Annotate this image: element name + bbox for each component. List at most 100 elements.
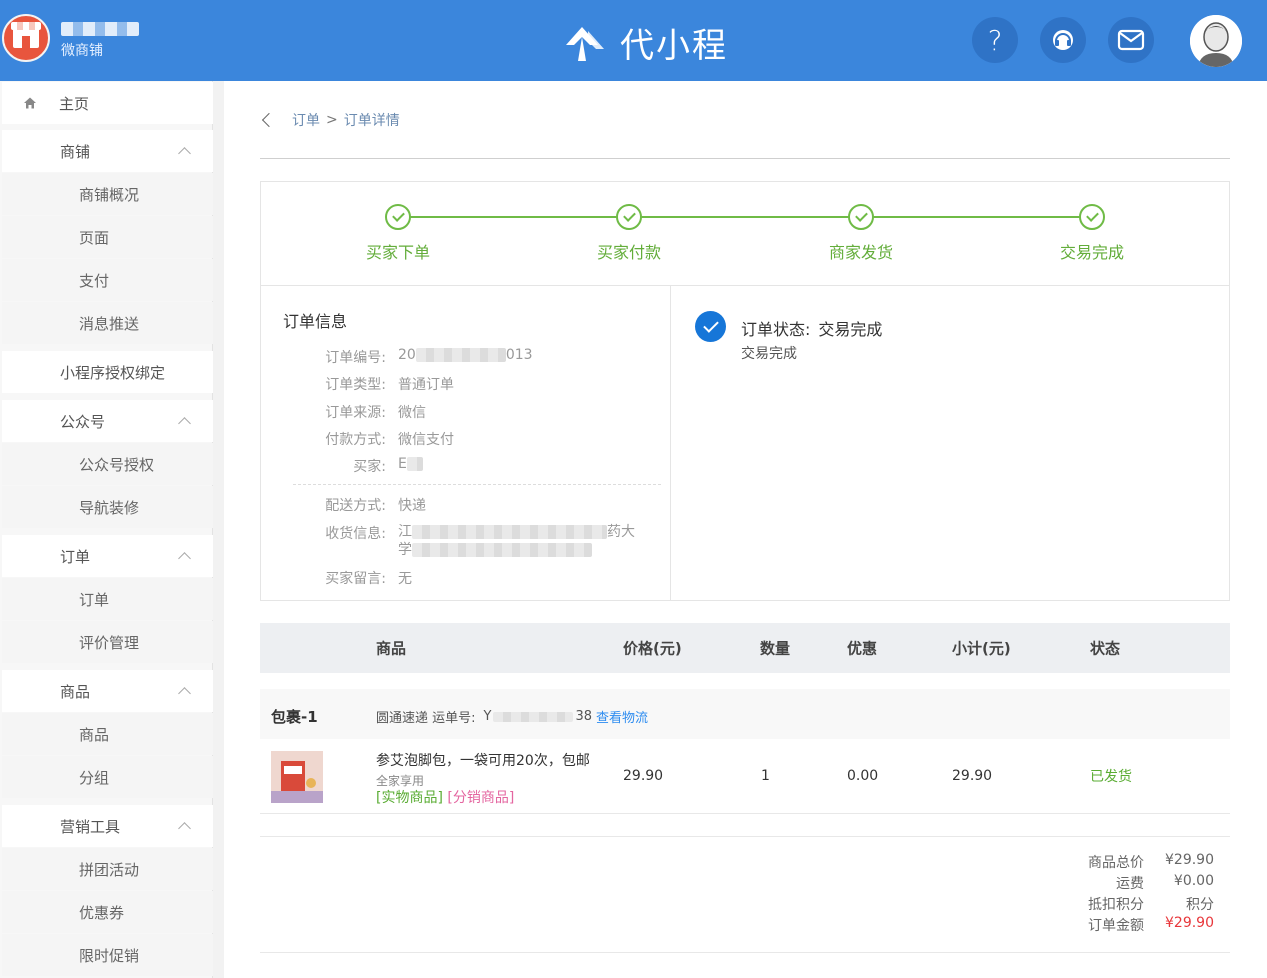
home-icon: [24, 97, 36, 109]
sidebar-item-pages[interactable]: 页面: [2, 216, 213, 258]
sidebar-item-coupons[interactable]: 优惠券: [2, 891, 213, 933]
order-progress-steps: 买家下单 买家付款 商家发货 交易完成: [260, 181, 1230, 286]
order-amount-row: 订单金额 ¥29.90: [970, 915, 1230, 936]
goods-total-value: ¥29.90: [1165, 852, 1214, 868]
tag-distribution: [分销商品]: [447, 790, 515, 806]
sidebar-item-label: 小程序授权绑定: [60, 363, 166, 382]
sidebar-item-reviews[interactable]: 评价管理: [2, 621, 213, 663]
help-button[interactable]: ?: [972, 17, 1018, 63]
dashed-divider: [293, 484, 661, 485]
order-status-value: 交易完成: [818, 320, 883, 339]
status-check-icon: [695, 311, 726, 342]
product-price: 29.90: [623, 768, 664, 784]
breadcrumb-parent-link[interactable]: 订单: [292, 110, 320, 130]
sidebar-item-home[interactable]: 主页: [2, 82, 213, 124]
mail-icon: [1117, 29, 1145, 51]
order-status-sub: 交易完成: [741, 346, 797, 362]
sidebar-item-products[interactable]: 商品: [2, 713, 213, 755]
shop-logo-icon[interactable]: [2, 14, 50, 62]
sidebar-group-label: 营销工具: [60, 817, 121, 836]
sidebar: 主页 商铺 商铺概况 页面 支付 消息推送 小程序授权绑定 公众号 公众号授权 …: [0, 81, 213, 978]
order-status-panel: 订单状态: 交易完成 交易完成: [671, 286, 1229, 601]
sidebar-group-marketing[interactable]: 营销工具: [2, 805, 213, 847]
buyer-row: 买家: E: [261, 456, 423, 476]
product-tags: [实物商品] [分销商品]: [376, 787, 514, 807]
check-circle-icon: [616, 204, 642, 230]
product-row: 参艾泡脚包，一袋可用20次，包邮 全家享用 [实物商品] [分销商品] 29.9…: [260, 739, 1230, 814]
breadcrumb: 订单 > 订单详情: [260, 110, 400, 130]
brand-name: 代小程: [620, 26, 728, 66]
sidebar-item-shop-overview[interactable]: 商铺概况: [2, 173, 213, 215]
buyer-value: E: [398, 456, 423, 476]
tracking-suffix: 38: [575, 709, 593, 724]
sidebar-item-orders[interactable]: 订单: [2, 578, 213, 620]
package-info: 圆通速递 运单号: Y 38 查看物流: [376, 707, 648, 726]
sidebar-item-nav-decor[interactable]: 导航装修: [2, 486, 213, 528]
product-subtotal: 29.90: [952, 768, 993, 784]
sidebar-item-message-push[interactable]: 消息推送: [2, 302, 213, 344]
sidebar-group-official-account[interactable]: 公众号: [2, 400, 213, 442]
check-circle-icon: [1079, 204, 1105, 230]
sidebar-item-flash-sale[interactable]: 限时促销: [2, 934, 213, 976]
sidebar-item-label: 评价管理: [79, 633, 140, 652]
product-table-header: 商品 价格(元) 数量 优惠 小计(元) 状态: [260, 623, 1230, 673]
user-avatar[interactable]: [1190, 15, 1242, 67]
order-info-left: 订单信息 订单编号: 20 013 订单类型: 普通订单 订单来源: 微信 付款方…: [261, 286, 671, 601]
sidebar-item-label: 主页: [59, 94, 90, 113]
back-chevron-icon[interactable]: [261, 112, 277, 128]
sidebar-item-label: 限时促销: [79, 946, 140, 965]
sidebar-item-label: 导航装修: [79, 498, 140, 517]
sidebar-item-label: 商品: [79, 725, 110, 744]
points-value: 积分: [1186, 897, 1214, 913]
order-status-label: 订单状态:: [741, 320, 811, 339]
order-type-value: 普通订单: [398, 377, 454, 393]
carrier-label: 圆通速递 运单号:: [376, 711, 476, 726]
step-complete: 交易完成: [1022, 204, 1162, 263]
buyer-message-label: 买家留言:: [325, 571, 386, 587]
tracking-prefix: Y: [483, 709, 492, 724]
order-amount-label: 订单金额: [1088, 918, 1144, 934]
sidebar-item-group-buy[interactable]: 拼团活动: [2, 848, 213, 890]
sidebar-item-label: 分组: [79, 768, 110, 787]
sidebar-group-products[interactable]: 商品: [2, 670, 213, 712]
col-price: 价格(元): [623, 639, 682, 658]
sidebar-item-label: 公众号授权: [79, 455, 155, 474]
divider: [260, 158, 1230, 159]
order-amount-value: ¥29.90: [1165, 915, 1214, 931]
address-end: 药大: [607, 524, 635, 540]
main-content: 订单 > 订单详情 买家下单 买家付款 商家发货 交易完成 订单信息 订单编号:: [224, 81, 1267, 978]
order-number-label: 订单编号:: [325, 350, 386, 366]
check-circle-icon: [385, 204, 411, 230]
breadcrumb-current: 订单详情: [343, 113, 400, 129]
sidebar-item-groups[interactable]: 分组: [2, 756, 213, 798]
step-label: 买家付款: [596, 243, 661, 262]
points-row: 抵扣积分 积分: [970, 894, 1230, 915]
col-discount: 优惠: [847, 639, 878, 658]
check-circle-icon: [848, 204, 874, 230]
sidebar-group-orders[interactable]: 订单: [2, 535, 213, 577]
order-status-line: 订单状态: 交易完成: [741, 316, 882, 340]
view-logistics-link[interactable]: 查看物流: [596, 707, 648, 726]
goods-total-label: 商品总价: [1088, 855, 1144, 871]
buyer-message-row: 买家留言: 无: [261, 568, 412, 588]
redacted-block: [412, 525, 607, 539]
sidebar-item-label: 优惠券: [79, 903, 125, 922]
product-status: 已发货: [1090, 769, 1132, 785]
sidebar-item-label: 商铺概况: [79, 185, 140, 204]
customer-service-button[interactable]: [1040, 17, 1086, 63]
product-title[interactable]: 参艾泡脚包，一袋可用20次，包邮: [376, 750, 590, 770]
brand-logo: 代小程: [564, 18, 728, 67]
col-qty: 数量: [760, 639, 791, 658]
sidebar-item-official-auth[interactable]: 公众号授权: [2, 443, 213, 485]
redacted-block: [412, 543, 592, 557]
product-thumbnail[interactable]: [271, 751, 323, 803]
order-number-row: 订单编号: 20 013: [261, 347, 532, 367]
mail-button[interactable]: [1108, 17, 1154, 63]
payment-method-label: 付款方式:: [325, 432, 386, 448]
tag-physical: [实物商品]: [376, 790, 443, 806]
payment-method-value: 微信支付: [398, 432, 454, 448]
sidebar-item-payment[interactable]: 支付: [2, 259, 213, 301]
sidebar-group-shop[interactable]: 商铺: [2, 130, 213, 172]
chevron-up-icon: [178, 687, 191, 700]
sidebar-item-miniprogram-binding[interactable]: 小程序授权绑定: [2, 351, 213, 393]
